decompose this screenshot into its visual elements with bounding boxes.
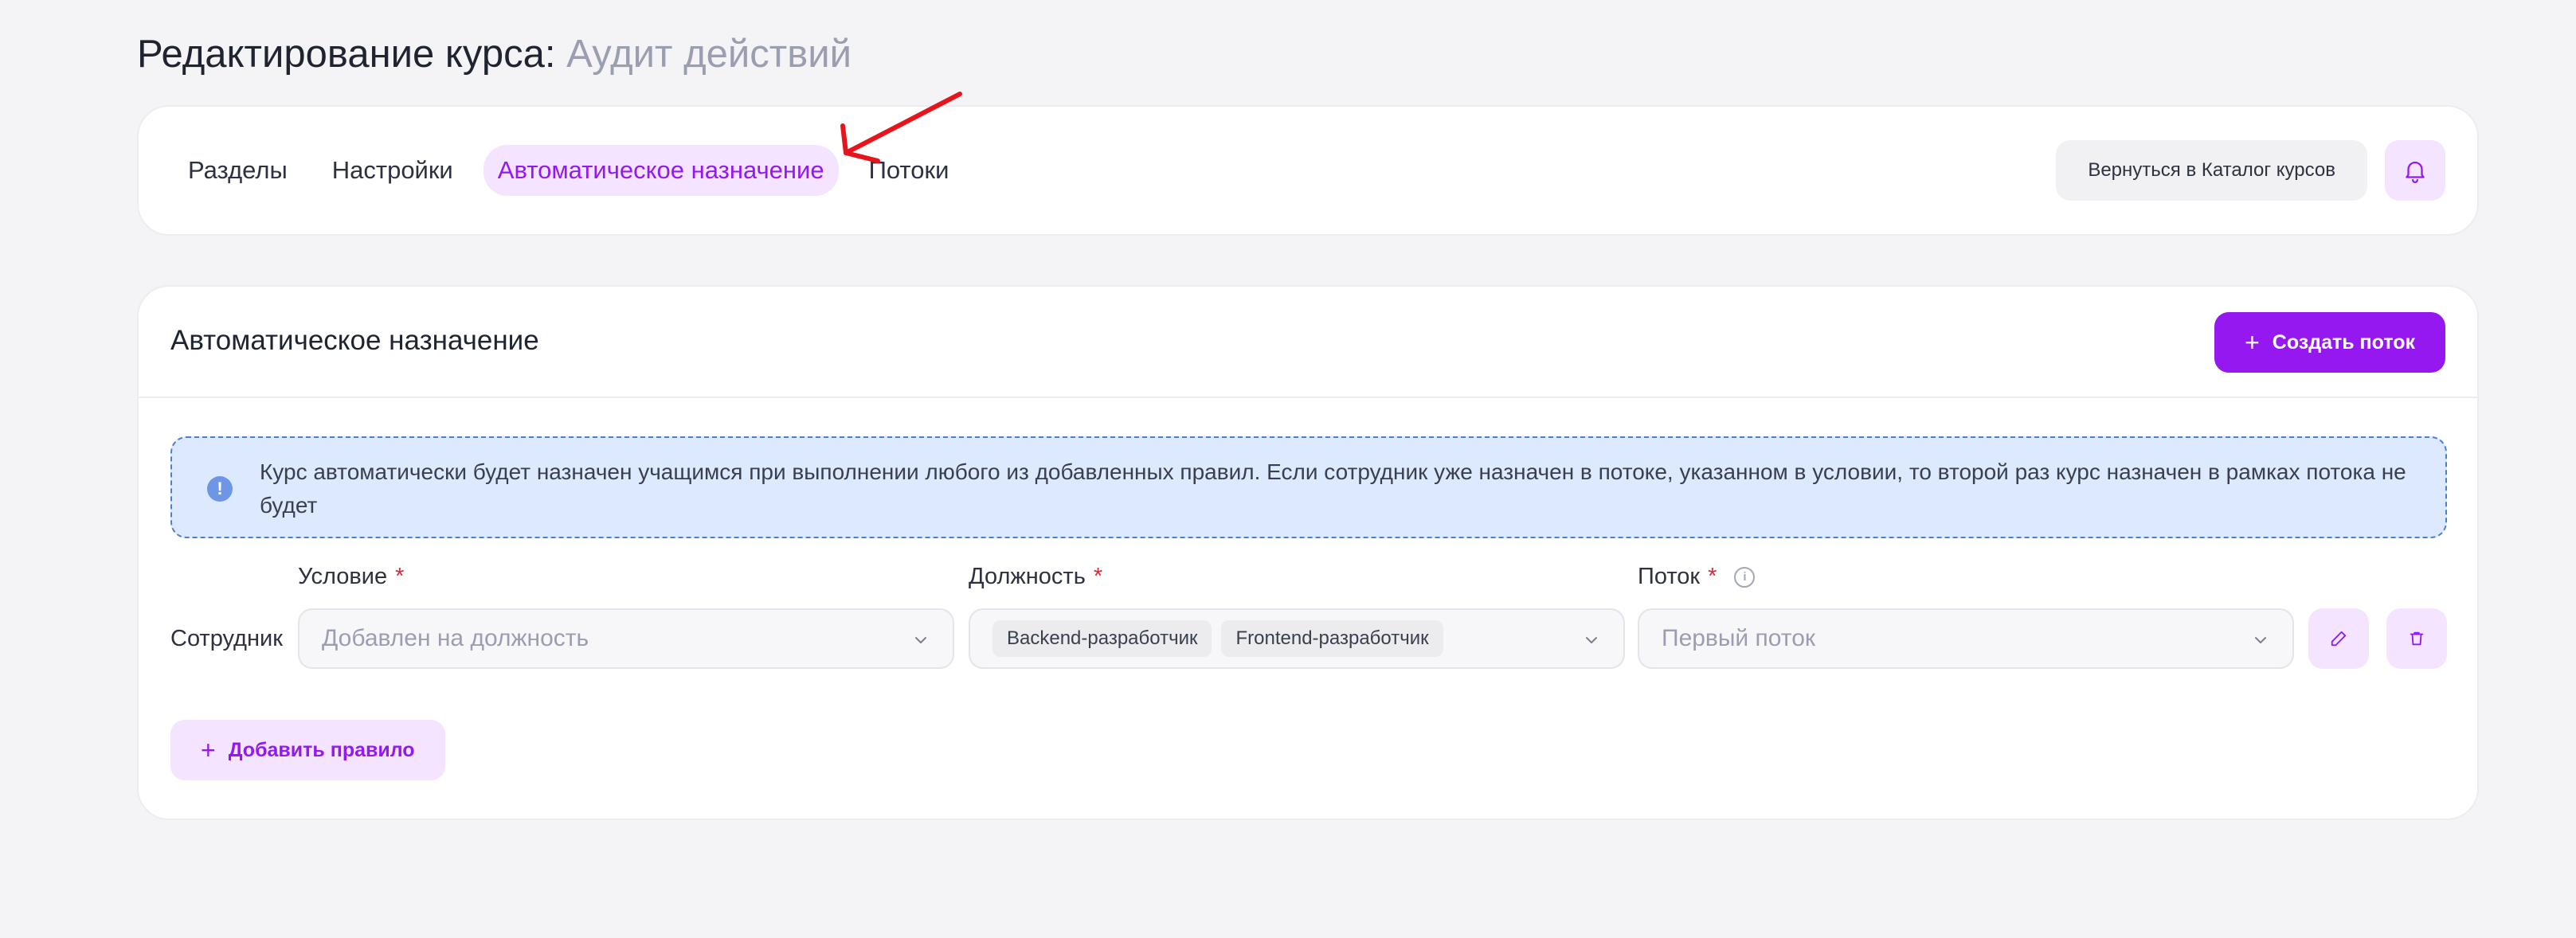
tab-streams[interactable]: Потоки <box>855 145 964 196</box>
required-mark: * <box>1708 564 1717 589</box>
info-icon: ! <box>207 476 233 502</box>
notifications-button[interactable] <box>2385 140 2445 201</box>
position-multiselect[interactable]: Backend-разработчик Frontend-разработчик <box>969 608 1625 669</box>
trash-icon <box>2410 631 2424 646</box>
plus-icon: + <box>201 736 216 764</box>
tab-sections[interactable]: Разделы <box>174 145 302 196</box>
add-rule-button[interactable]: + Добавить правило <box>170 720 445 780</box>
stream-label: Поток * i <box>1638 564 1756 590</box>
edit-rule-button[interactable] <box>2308 608 2369 669</box>
condition-select[interactable]: Добавлен на должность <box>298 608 954 669</box>
auto-assignment-header: Автоматическое назначение + Создать пото… <box>139 287 2477 398</box>
position-label-text: Должность <box>969 564 1086 589</box>
chevron-down-icon <box>2255 637 2266 643</box>
rule-subject-label: Сотрудник <box>170 626 283 651</box>
info-banner: ! Курс автоматически будет назначен учащ… <box>170 436 2447 538</box>
chevron-down-icon <box>1586 637 1597 643</box>
create-stream-button[interactable]: + Создать поток <box>2214 312 2445 373</box>
condition-label: Условие * <box>298 564 404 590</box>
delete-rule-button[interactable] <box>2386 608 2447 669</box>
required-mark: * <box>395 564 405 589</box>
bell-icon <box>2406 162 2425 183</box>
pencil-icon <box>2331 631 2347 647</box>
condition-value: Добавлен на должность <box>322 625 589 651</box>
section-title: Автоматическое назначение <box>170 325 539 356</box>
position-chip[interactable]: Backend-разработчик <box>992 620 1212 657</box>
info-text: Курс автоматически будет назначен учащим… <box>260 459 2406 518</box>
course-name: Аудит действий <box>566 33 852 76</box>
page-title-prefix: Редактирование курса: <box>137 33 556 76</box>
add-rule-label: Добавить правило <box>228 738 415 761</box>
position-chip[interactable]: Frontend-разработчик <box>1221 620 1443 657</box>
plus-icon: + <box>2245 328 2260 357</box>
tab-auto-assignment[interactable]: Автоматическое назначение <box>483 145 839 196</box>
required-mark: * <box>1093 564 1103 589</box>
chevron-down-icon <box>915 637 926 643</box>
back-to-catalog-button[interactable]: Вернуться в Каталог курсов <box>2056 140 2367 201</box>
tab-settings[interactable]: Настройки <box>318 145 468 196</box>
stream-select[interactable]: Первый поток <box>1638 608 2294 669</box>
condition-label-text: Условие <box>298 564 388 589</box>
auto-assignment-card: Автоматическое назначение + Создать пото… <box>137 285 2479 820</box>
course-nav-card: Разделы Настройки Автоматическое назначе… <box>137 105 2479 236</box>
stream-value: Первый поток <box>1662 625 1816 651</box>
stream-label-text: Поток <box>1638 564 1701 589</box>
position-label: Должность * <box>969 564 1102 590</box>
create-stream-label: Создать поток <box>2272 330 2415 354</box>
tab-bar: Разделы Настройки Автоматическое назначе… <box>174 145 963 196</box>
info-icon[interactable]: i <box>1734 566 1756 588</box>
page-title: Редактирование курса: Аудит действий <box>137 32 851 76</box>
